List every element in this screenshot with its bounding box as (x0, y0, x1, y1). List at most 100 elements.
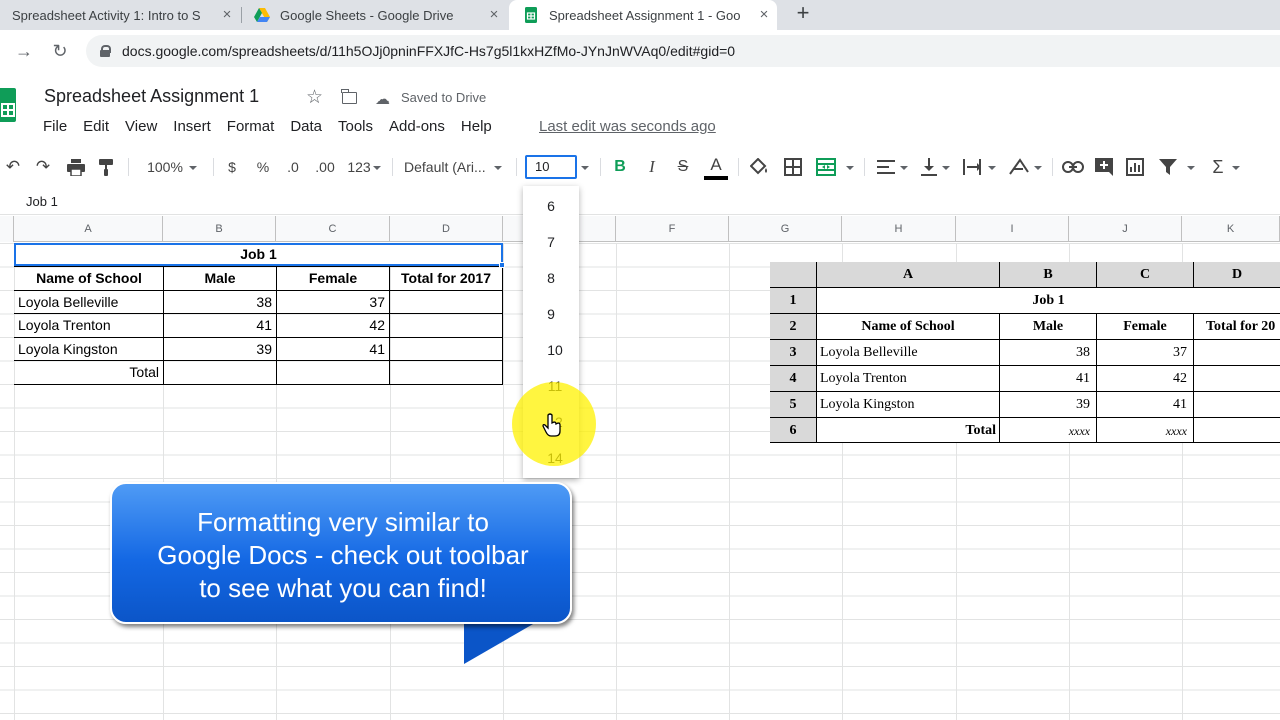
new-tab-button[interactable]: + (791, 2, 815, 26)
undo-icon[interactable]: ↶ (2, 156, 24, 178)
zoom-select[interactable]: 100% (140, 156, 204, 178)
close-tab-icon[interactable]: × (485, 6, 503, 24)
menu-format[interactable]: Format (227, 118, 275, 138)
column-header-f[interactable]: F (616, 216, 729, 242)
merge-cells-icon[interactable] (816, 158, 836, 176)
last-edit-link[interactable]: Last edit was seconds ago (539, 118, 716, 135)
chevron-down-icon (493, 166, 502, 171)
menu-view[interactable]: View (125, 118, 157, 138)
tab-label: Spreadsheet Activity 1: Intro to S (12, 7, 201, 23)
cell-female[interactable]: 42 (277, 314, 385, 336)
insert-link-icon[interactable] (1062, 160, 1084, 174)
font-family-select[interactable]: Default (Ari... (404, 156, 510, 178)
horizontal-align-icon[interactable] (876, 159, 896, 175)
sheets-logo-icon[interactable] (0, 88, 16, 122)
italic-button[interactable]: I (642, 156, 662, 178)
column-header-g[interactable]: G (729, 216, 842, 242)
menu-tools[interactable]: Tools (338, 118, 373, 138)
insert-chart-icon[interactable] (1126, 158, 1144, 176)
functions-dropdown[interactable] (1230, 156, 1242, 178)
header-cell-female[interactable]: Female (277, 267, 389, 289)
filter-icon[interactable] (1159, 159, 1177, 175)
font-size-option[interactable]: 10 (527, 332, 583, 368)
percent-format-button[interactable]: % (254, 156, 272, 178)
text-wrapping-icon[interactable] (962, 157, 982, 177)
menu-addons[interactable]: Add-ons (389, 118, 445, 138)
menu-edit[interactable]: Edit (83, 118, 109, 138)
callout-text: Formatting very similar to Google Docs -… (112, 506, 574, 605)
filter-dropdown[interactable] (1184, 156, 1198, 178)
bold-button[interactable]: B (610, 156, 630, 178)
horizontal-align-dropdown[interactable] (898, 156, 910, 178)
font-size-option[interactable]: 6 (523, 188, 579, 224)
header-cell-total[interactable]: Total for 2017 (390, 267, 502, 289)
cell-total-label[interactable]: Total (16, 361, 159, 383)
font-size-option[interactable]: 8 (523, 260, 579, 296)
cell-female[interactable]: 37 (277, 291, 385, 313)
cell-male[interactable]: 38 (164, 291, 272, 313)
text-rotation-icon[interactable] (1008, 158, 1030, 176)
menu-insert[interactable]: Insert (173, 118, 211, 138)
close-tab-icon[interactable]: × (218, 6, 236, 24)
cell-name[interactable]: Loyola Trenton (18, 314, 162, 336)
cloud-saved-icon: ☁ (375, 91, 390, 108)
insert-comment-icon[interactable] (1095, 158, 1113, 176)
grid-column-line (14, 243, 15, 720)
column-header-a[interactable]: A (14, 216, 163, 242)
menu-help[interactable]: Help (461, 118, 492, 138)
cell-name[interactable]: Loyola Kingston (18, 338, 162, 360)
increase-decimal-button[interactable]: .00 (312, 156, 338, 178)
cell-name[interactable]: Loyola Belleville (18, 291, 162, 313)
column-header-c[interactable]: C (276, 216, 390, 242)
menu-data[interactable]: Data (290, 118, 322, 138)
merged-title-cell[interactable]: Job 1 (14, 243, 503, 266)
text-color-button[interactable]: A (704, 156, 728, 180)
select-all-corner[interactable] (0, 216, 14, 242)
text-wrapping-dropdown[interactable] (986, 156, 998, 178)
column-header-k[interactable]: K (1182, 216, 1280, 242)
font-size-option[interactable]: 7 (523, 224, 579, 260)
header-cell-male[interactable]: Male (164, 267, 276, 289)
document-title[interactable]: Spreadsheet Assignment 1 (44, 86, 259, 107)
cell-male[interactable]: 39 (164, 338, 272, 360)
star-icon[interactable]: ☆ (306, 86, 323, 109)
font-size-input[interactable]: 10 (525, 155, 577, 179)
tab-spreadsheet-assignment[interactable]: Spreadsheet Assignment 1 - Goo × (509, 0, 777, 30)
cell-female[interactable]: 41 (277, 338, 385, 360)
toolbar-separator (213, 158, 214, 176)
tab-spreadsheet-activity[interactable]: Spreadsheet Activity 1: Intro to S × (0, 0, 240, 30)
tab-google-drive[interactable]: Google Sheets - Google Drive × (242, 0, 507, 30)
column-header-j[interactable]: J (1069, 216, 1182, 242)
redo-icon[interactable]: ↷ (32, 156, 54, 178)
column-header-h[interactable]: H (842, 216, 956, 242)
menu-file[interactable]: File (43, 118, 67, 138)
functions-button[interactable]: Σ (1208, 156, 1228, 178)
move-folder-icon[interactable] (341, 89, 357, 104)
close-tab-icon[interactable]: × (755, 6, 773, 24)
reload-icon[interactable]: ↻ (48, 39, 72, 63)
reference-female: 42 (1097, 366, 1194, 392)
currency-format-button[interactable]: $ (224, 156, 240, 178)
text-rotation-dropdown[interactable] (1032, 156, 1044, 178)
forward-icon[interactable]: → (12, 39, 36, 63)
borders-icon[interactable] (784, 158, 802, 176)
print-icon[interactable] (66, 159, 86, 176)
font-size-dropdown-toggle[interactable] (579, 156, 591, 178)
decrease-decimal-button[interactable]: .0 (282, 156, 304, 178)
column-header-i[interactable]: I (956, 216, 1069, 242)
column-header-d[interactable]: D (390, 216, 503, 242)
toolbar-separator (864, 158, 865, 176)
vertical-align-dropdown[interactable] (940, 156, 952, 178)
column-header-b[interactable]: B (163, 216, 276, 242)
font-size-option[interactable]: 9 (523, 296, 579, 332)
vertical-align-icon[interactable] (920, 157, 938, 177)
strikethrough-button[interactable]: S (673, 156, 693, 178)
header-cell-name[interactable]: Name of School (15, 267, 163, 289)
url-field[interactable]: docs.google.com/spreadsheets/d/11h5OJj0p… (86, 35, 1280, 67)
fill-color-icon[interactable] (750, 158, 770, 176)
merge-type-dropdown[interactable] (844, 156, 856, 178)
paint-format-icon[interactable] (98, 159, 116, 176)
name-box[interactable]: Job 1 (26, 194, 58, 209)
cell-male[interactable]: 41 (164, 314, 272, 336)
more-formats-select[interactable]: 123 (344, 156, 384, 178)
